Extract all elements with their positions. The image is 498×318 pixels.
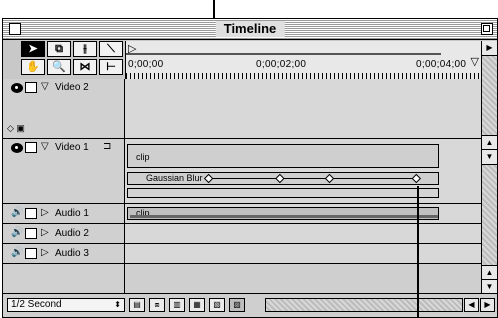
time-label-mid: 0;00;02;00 (256, 59, 307, 70)
audio3-track-area[interactable] (125, 244, 481, 264)
horizontal-scrollbar[interactable] (265, 298, 463, 312)
ripple-edit-tool-icon[interactable]: ⫲ (73, 41, 97, 57)
track-options-icon[interactable]: ⊐ (103, 141, 111, 152)
time-ruler[interactable]: ▷ 0;00;00 0;00;02;00 0;00;04;00 ▽ (125, 41, 481, 80)
keyframe-icon[interactable] (275, 173, 285, 184)
empty-header-area (3, 264, 125, 294)
toggle-button-icon[interactable]: ▨ (229, 298, 245, 312)
audio2-track-header[interactable]: 🔊 ▷ Audio 2 (3, 224, 125, 244)
audio1-track-area[interactable]: clip (125, 204, 481, 224)
effect-keyframe-lane[interactable]: Gaussian Blur (127, 172, 439, 185)
twirl-right-icon[interactable]: ▷ (41, 227, 49, 238)
speaker-icon[interactable]: 🔊 (11, 227, 23, 238)
work-area-marker-icon[interactable]: ▷ (128, 44, 136, 55)
audio3-label: Audio 3 (55, 248, 89, 259)
zoom-tool-icon[interactable]: 🔍 (47, 59, 71, 75)
video1-track-area[interactable]: clip Gaussian Blur (125, 139, 481, 204)
video2-label: Video 2 (55, 82, 89, 93)
edge-view-button-icon[interactable]: ▥ (169, 298, 185, 312)
video1-label: Video 1 (55, 142, 89, 153)
lock-box[interactable] (25, 228, 37, 239)
edit-line-marker-icon[interactable]: ▽ (471, 55, 479, 68)
popup-arrow-icon: ⬍ (114, 300, 121, 309)
scroll-left-arrow-icon[interactable]: ◀ (464, 298, 479, 312)
keyframe-nav-icon[interactable]: ◇ ▣ (7, 123, 25, 134)
effect-value-bar (127, 188, 439, 198)
time-unit-value: 1/2 Second (11, 299, 62, 310)
audio2-label: Audio 2 (55, 228, 89, 239)
selection-tool-icon[interactable]: ➤ (21, 41, 45, 57)
speaker-icon[interactable]: 🔊 (11, 207, 23, 218)
keyframe-graph (203, 173, 422, 184)
title-bar[interactable]: Timeline (3, 19, 497, 40)
snap-edges-button-icon[interactable]: ⧈ (149, 298, 165, 312)
audio1-track-header[interactable]: 🔊 ▷ Audio 1 (3, 204, 125, 224)
link-tool-icon[interactable]: ⋈ (73, 59, 97, 75)
in-out-tool-icon[interactable]: ⊢ (99, 59, 123, 75)
work-area-bar[interactable]: ▷ (126, 43, 441, 55)
audio3-track-header[interactable]: 🔊 ▷ Audio 3 (3, 244, 125, 264)
keyframe-icon[interactable] (411, 173, 422, 184)
scroll-down-arrow-icon[interactable]: ▼ (482, 149, 497, 165)
scroll-right-arrow-icon[interactable]: ▶ (482, 41, 497, 56)
time-unit-menu[interactable]: 1/2 Second ⬍ (7, 298, 125, 312)
status-bar: 1/2 Second ⬍ ▤ ⧈ ▥ ▦ ▧ ▨ ◀ ▶ (3, 293, 497, 317)
scroll-right-arrow-icon[interactable]: ▶ (480, 298, 495, 312)
audio-clip-label: clip (136, 208, 150, 218)
track-select-tool-icon[interactable]: ⧉ (47, 41, 71, 57)
empty-track-area (125, 264, 481, 294)
video2-track-area[interactable] (125, 79, 481, 139)
track-format-button-icon[interactable]: ▤ (129, 298, 145, 312)
zoom-box[interactable] (481, 23, 493, 35)
video-clip[interactable]: clip (127, 144, 439, 168)
time-label-start: 0;00;00 (128, 59, 164, 70)
lock-box[interactable] (25, 248, 37, 259)
speaker-icon[interactable]: 🔊 (11, 247, 23, 258)
keyframe-icon[interactable] (324, 173, 335, 184)
lock-box[interactable] (25, 82, 37, 93)
vertical-scrollbar[interactable]: ▶ ▲ ▼ ▲ ▼ (481, 41, 497, 295)
audio-clip[interactable]: clip (127, 207, 439, 220)
lock-box[interactable] (25, 142, 37, 153)
twirl-right-icon[interactable]: ▷ (41, 207, 49, 218)
sync-mode-button-icon[interactable]: ▧ (209, 298, 225, 312)
toolbox: ➤ ⧉ ⫲ ⟍ ✋ 🔍 ⋈ ⊢ (21, 41, 125, 79)
twirl-down-icon[interactable]: ▽ (41, 81, 49, 92)
close-box[interactable] (9, 23, 21, 35)
window-title: Timeline (215, 21, 285, 37)
twirl-down-icon[interactable]: ▽ (41, 141, 49, 152)
audio2-track-area[interactable] (125, 224, 481, 244)
keyframe-icon[interactable] (203, 173, 214, 184)
time-label-end: 0;00;04;00 (416, 59, 467, 70)
video-clip-label: clip (136, 152, 150, 162)
shift-tracks-button-icon[interactable]: ▦ (189, 298, 205, 312)
twirl-right-icon[interactable]: ▷ (41, 247, 49, 258)
eye-icon[interactable] (11, 143, 23, 153)
video2-track-header[interactable]: ▽ Video 2 ◇ ▣ (3, 79, 125, 139)
callout-line-bottom (417, 186, 419, 318)
eye-icon[interactable] (11, 83, 23, 93)
audio1-label: Audio 1 (55, 208, 89, 219)
lock-box[interactable] (25, 208, 37, 219)
razor-tool-icon[interactable]: ⟍ (99, 41, 123, 57)
hand-tool-icon[interactable]: ✋ (21, 59, 45, 75)
video1-track-header[interactable]: ▽ Video 1 ⊐ (3, 139, 125, 204)
timeline-window: Timeline ➤ ⧉ ⫲ ⟍ ✋ 🔍 ⋈ ⊢ ▷ 0;00;00 0;00;… (2, 18, 498, 318)
